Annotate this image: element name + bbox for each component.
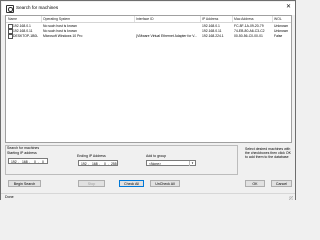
list-header: Name Operating System Interface ID IP Ad… <box>6 16 291 23</box>
status-text: Done <box>5 195 14 200</box>
column-header-os[interactable]: Operating System <box>43 17 70 21</box>
end-ip-octet[interactable]: 255 <box>111 162 117 166</box>
column-header-wol[interactable]: WOL <box>274 17 282 21</box>
end-ip-octet[interactable]: 168 <box>92 162 98 166</box>
check-all-button[interactable]: Check All <box>119 180 144 187</box>
end-ip-octet[interactable]: 192 <box>81 162 87 166</box>
status-bar: Done <box>1 193 295 201</box>
row-name: DESKTOP-1B0L <box>13 33 39 38</box>
row-mac: 74-EB-80-A6-C3-C2 <box>234 28 265 33</box>
column-header-name[interactable]: Name <box>8 17 17 21</box>
chevron-down-icon[interactable]: ▾ <box>189 161 195 166</box>
start-ip-octet[interactable]: 192 <box>11 160 17 164</box>
column-header-ip[interactable]: IP Address <box>202 17 218 21</box>
start-ip-octet[interactable]: 0 <box>42 160 44 164</box>
row-os: No such host is known <box>43 23 77 28</box>
row-os: No such host is known <box>43 28 77 33</box>
group-dropdown-value: <None> <box>149 161 162 166</box>
row-wol: Unknown <box>274 28 289 33</box>
cancel-button[interactable]: Cancel <box>271 180 292 187</box>
row-os: Microsoft Windows 10 Pro <box>43 33 83 38</box>
row-wol: False <box>274 33 283 38</box>
row-mac: 00-50-56-C0-00-01 <box>234 33 263 38</box>
start-ip-label: Starting IP address <box>7 151 37 155</box>
group-dropdown[interactable]: <None> ▾ <box>146 160 196 166</box>
row-name: 192.168.0.11 <box>13 28 33 33</box>
row-wol: Unknown <box>274 23 289 28</box>
begin-search-button[interactable]: Begin Search <box>8 180 41 187</box>
search-machines-dialog: Search for machines ✕ Name Operating Sys… <box>0 0 296 201</box>
start-ip-field[interactable]: 192 . 168 . 0 . 0 <box>8 158 48 164</box>
table-row[interactable]: DESKTOP-1B0L Microsoft Windows 10 Pro {V… <box>6 33 291 39</box>
app-icon <box>6 5 14 13</box>
group-label: Add to group <box>146 154 167 158</box>
column-header-mac[interactable]: Mac Address <box>234 17 254 21</box>
stop-button[interactable]: Stop <box>78 180 105 187</box>
start-ip-octet[interactable]: 0 <box>34 160 36 164</box>
row-ip: 192.168.224.1 <box>202 33 224 38</box>
row-name: 192.168.0.1 <box>13 23 31 28</box>
row-interface: {VMware Virtual Ethernet Adapter for V..… <box>136 33 198 38</box>
title-bar: Search for machines ✕ <box>2 2 295 15</box>
resize-grip-icon[interactable] <box>289 196 293 200</box>
search-group-title: Search for machines <box>7 146 40 150</box>
end-ip-label: Ending IP Address <box>77 154 106 158</box>
machines-list[interactable]: Name Operating System Interface ID IP Ad… <box>5 15 292 143</box>
column-header-interface[interactable]: Interface ID <box>136 17 154 21</box>
close-icon[interactable]: ✕ <box>286 4 291 10</box>
instructions-text: Select desired machines with the checkbo… <box>245 147 291 160</box>
row-ip: 192.168.0.1 <box>202 23 220 28</box>
ok-button[interactable]: OK <box>245 180 265 187</box>
start-ip-octet[interactable]: 168 <box>22 160 28 164</box>
row-ip: 192.168.0.11 <box>202 28 222 33</box>
row-mac: FC-8F-1A-09-20-79 <box>234 23 264 28</box>
end-ip-octet[interactable]: 0 <box>104 162 106 166</box>
end-ip-field[interactable]: 192 . 168 . 0 . 255 <box>78 160 118 166</box>
window-title: Search for machines <box>16 5 59 10</box>
uncheck-all-button[interactable]: UnCheck All <box>150 180 180 187</box>
